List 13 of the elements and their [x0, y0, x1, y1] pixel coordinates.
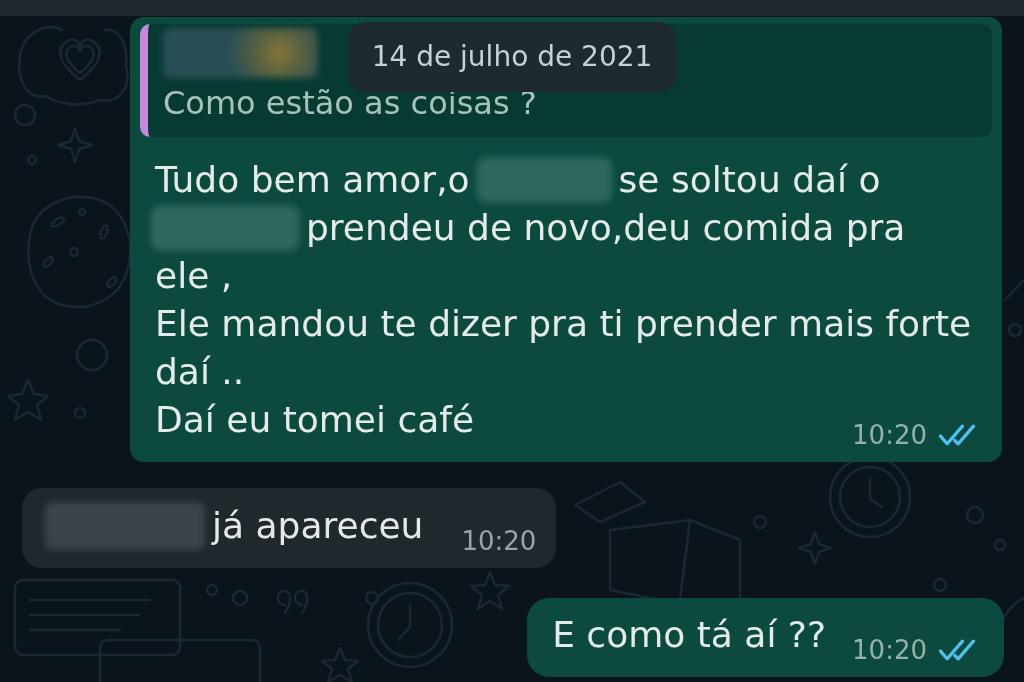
message-text: se soltou daí o [618, 158, 881, 202]
date-label: 14 de julho de 2021 [347, 22, 677, 92]
message-text: daí .. [155, 350, 245, 394]
message-time: 10:20 [852, 420, 927, 450]
message-time: 10:20 [852, 635, 927, 665]
message-text: prendeu de novo,deu comida pra [306, 206, 906, 250]
message-text: Tudo bem amor,o [155, 158, 470, 202]
message-text: Ele mandou te dizer pra ti prender mais forte [155, 302, 972, 346]
message-text: já apareceu [212, 504, 424, 548]
message-text: Daí eu tomei café [155, 398, 475, 442]
message-text: E como tá aí ?? [552, 613, 827, 657]
message-time: 10:20 [461, 526, 537, 556]
message-text: ele , [155, 254, 233, 298]
